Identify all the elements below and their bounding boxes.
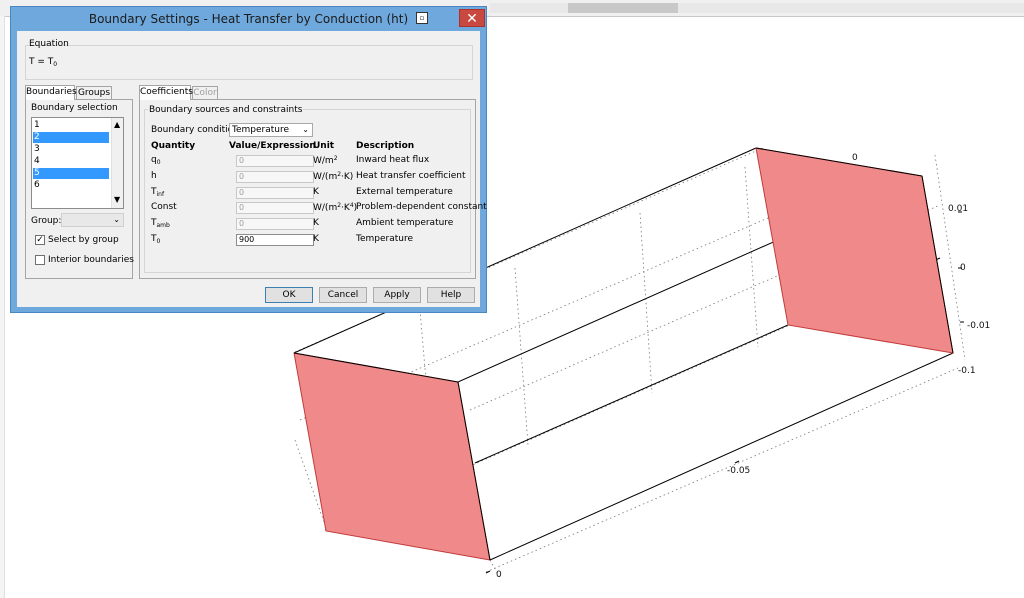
- tab-boundaries[interactable]: Boundaries: [25, 85, 77, 100]
- chevron-down-icon: ⌄: [302, 125, 309, 134]
- quantity-subscript: amb: [156, 222, 170, 229]
- quantity-cell: h: [151, 171, 157, 181]
- value-field[interactable]: 0: [236, 187, 314, 199]
- axis-label-right-zero: 0: [960, 263, 966, 273]
- unit-cell: K: [313, 218, 319, 228]
- sources-label: Boundary sources and constraints: [148, 105, 304, 115]
- axis-label-right-far: -0.1: [958, 366, 976, 376]
- value-field[interactable]: 0: [236, 218, 314, 230]
- header-quantity: Quantity: [151, 141, 196, 151]
- value-field[interactable]: 0: [236, 202, 314, 214]
- axis-label-right-neg: -0.01: [967, 321, 991, 331]
- description-cell: External temperature: [356, 187, 453, 197]
- unit-text: W/(m: [313, 203, 338, 213]
- unit-cell: K: [313, 234, 319, 244]
- equation-main: T = T: [29, 57, 54, 67]
- header-description: Description: [356, 141, 415, 151]
- header-value: Value/Expression: [229, 141, 316, 151]
- quantity-cell: Const: [151, 202, 177, 212]
- equation-group: [25, 45, 473, 80]
- chevron-down-icon: ⌄: [113, 215, 120, 224]
- quantity-cell: q0: [151, 155, 161, 166]
- select-by-group-label: Select by group: [48, 235, 119, 245]
- quantity-subscript: inf: [156, 191, 165, 198]
- axis-label-bottom-zero: 0: [496, 570, 502, 580]
- close-button[interactable]: ✕: [459, 9, 485, 27]
- boundary-list[interactable]: 1 2 3 4 5 6 ▲ ▼: [31, 117, 124, 209]
- tab-color[interactable]: Color: [192, 86, 218, 100]
- scroll-up-icon[interactable]: ▲: [114, 121, 120, 129]
- help-button[interactable]: Help: [427, 287, 475, 303]
- tab-coefficients[interactable]: Coefficients: [139, 85, 193, 100]
- boundary-face-5: [755, 147, 954, 354]
- axis-label-top-zero: 0: [852, 153, 858, 163]
- description-cell: Ambient temperature: [356, 218, 454, 228]
- boundary-selection-label: Boundary selection: [31, 103, 118, 113]
- equation-sub: 0: [53, 61, 58, 68]
- boundary-settings-dialog: Boundary Settings - Heat Transfer by Con…: [10, 6, 487, 313]
- list-item[interactable]: 3: [33, 144, 109, 155]
- list-item-selected[interactable]: 2: [33, 132, 109, 143]
- group-label: Group:: [31, 216, 62, 226]
- unit-tail: ·K): [341, 172, 354, 182]
- unit-text: W/m: [313, 156, 334, 166]
- tab-groups[interactable]: Groups: [76, 86, 112, 100]
- dialog-title: Boundary Settings - Heat Transfer by Con…: [88, 12, 409, 26]
- cancel-button[interactable]: Cancel: [319, 287, 367, 303]
- unit-cell: W/(m2·K4): [313, 202, 357, 213]
- description-cell: Heat transfer coefficient: [356, 171, 466, 181]
- quantity-subscript: 0: [156, 238, 161, 245]
- equation-label: Equation: [29, 39, 69, 49]
- list-item[interactable]: 4: [33, 156, 109, 167]
- scroll-down-icon[interactable]: ▼: [114, 196, 120, 204]
- list-item-selected[interactable]: 5: [33, 168, 109, 179]
- list-item[interactable]: 6: [33, 180, 109, 191]
- description-cell: Problem-dependent constant: [356, 202, 487, 212]
- axis-label-mid-x: -0.05: [727, 466, 751, 476]
- unit-cell: W/(m2·K): [313, 171, 353, 182]
- header-unit: Unit: [313, 141, 335, 151]
- unit-cell: W/m2: [313, 155, 338, 166]
- axis-label-right-pos: 0.01: [948, 204, 969, 214]
- list-item[interactable]: 1: [33, 120, 109, 131]
- apply-button[interactable]: Apply: [373, 287, 421, 303]
- interior-boundaries-checkbox[interactable]: [35, 255, 45, 265]
- value-field[interactable]: 0: [236, 155, 314, 167]
- list-scrollbar[interactable]: ▲ ▼: [111, 118, 123, 208]
- unit-text: W/(m: [313, 172, 338, 182]
- quantity-cell: Tamb: [151, 218, 170, 229]
- boundary-face-2: [293, 352, 491, 561]
- description-cell: Inward heat flux: [356, 155, 430, 165]
- unit-tail: ·K: [341, 203, 350, 213]
- value-field[interactable]: 0: [236, 171, 314, 183]
- select-by-group-checkbox[interactable]: ✓: [35, 235, 45, 245]
- quantity-cell: T0: [151, 234, 160, 245]
- dialog-client-area: Equation T = T0 Boundaries Groups Bounda…: [17, 31, 487, 307]
- interior-boundaries-label: Interior boundaries: [48, 255, 134, 265]
- window-menu-icon[interactable]: ▫: [416, 12, 428, 24]
- boundary-condition-combo[interactable]: Temperature ⌄: [229, 123, 313, 137]
- ok-button[interactable]: OK: [265, 287, 313, 303]
- unit-cell: K: [313, 187, 319, 197]
- value-field-temperature[interactable]: 900: [236, 234, 314, 246]
- quantity-subscript: 0: [156, 159, 161, 166]
- quantity-cell: Tinf: [151, 187, 164, 198]
- group-combo[interactable]: ⌄: [61, 213, 124, 227]
- equation-text: T = T0: [29, 57, 57, 68]
- dialog-titlebar[interactable]: Boundary Settings - Heat Transfer by Con…: [11, 7, 486, 31]
- description-cell: Temperature: [356, 234, 414, 244]
- unit-superscript: 2: [333, 155, 338, 162]
- boundary-condition-value: Temperature: [232, 125, 290, 135]
